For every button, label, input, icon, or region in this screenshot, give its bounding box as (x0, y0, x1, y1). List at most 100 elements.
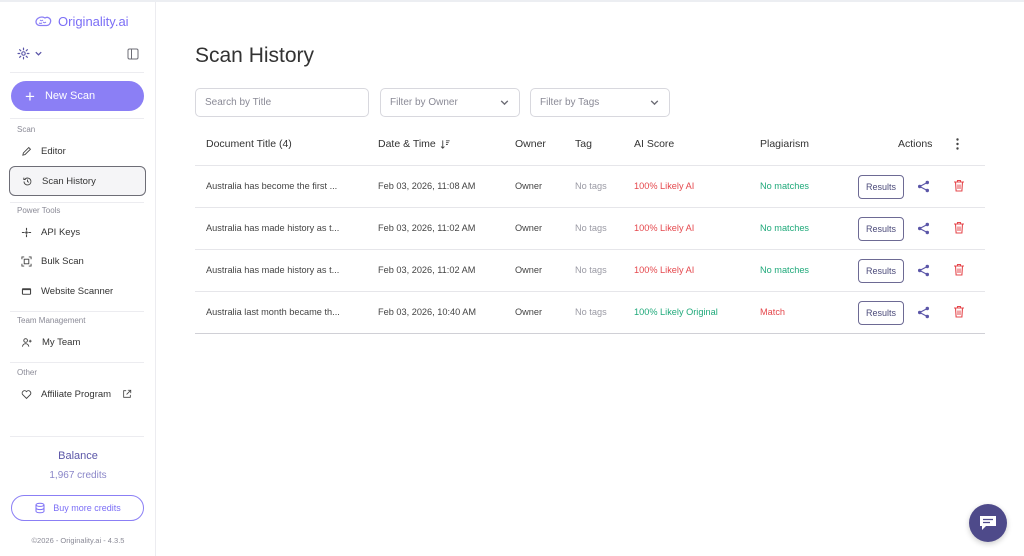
share-icon[interactable] (917, 306, 930, 319)
column-header-date-time[interactable]: Date & Time (378, 138, 451, 150)
website-icon (21, 287, 32, 295)
sidebar-item-my-team[interactable]: My Team (9, 327, 146, 357)
cell-owner: Owner (515, 223, 543, 233)
cell-title[interactable]: Australia has made history as t... (206, 223, 339, 233)
cell-plagiarism: Match (760, 307, 786, 317)
settings-menu[interactable] (17, 47, 43, 60)
tags-filter-select[interactable]: Filter by Tags (530, 88, 670, 117)
results-button[interactable]: Results (858, 175, 904, 199)
owner-filter-select[interactable]: Filter by Owner (380, 88, 520, 117)
trash-icon[interactable] (953, 305, 965, 318)
sidebar-item-affiliate-program[interactable]: Affiliate Program (9, 379, 146, 409)
sidebar-item-api-keys[interactable]: API Keys (9, 217, 146, 247)
collapse-sidebar-icon[interactable] (127, 48, 139, 60)
table-row[interactable]: Australia has become the first ... Feb 0… (195, 166, 985, 208)
balance-credits: 1,967 credits (49, 470, 107, 481)
cell-owner: Owner (515, 181, 543, 191)
search-title-field[interactable] (195, 88, 369, 117)
cell-ai-score: 100% Likely AI (634, 265, 695, 275)
new-scan-label: New Scan (44, 90, 96, 102)
more-vertical-icon[interactable] (955, 137, 960, 151)
sidebar-item-label: Bulk Scan (41, 255, 84, 267)
external-link-icon (123, 389, 132, 398)
sidebar-item-label: Website Scanner (41, 285, 114, 297)
heart-icon (21, 389, 32, 399)
cell-ai-score: 100% Likely AI (634, 223, 695, 233)
sidebar-item-editor[interactable]: Editor (9, 136, 146, 166)
pencil-icon (22, 146, 32, 156)
sidebar-item-scan-history[interactable]: Scan History (9, 166, 146, 196)
buy-more-credits-label: Buy more credits (53, 503, 121, 513)
sidebar-item-label: Scan History (42, 175, 96, 187)
cell-ai-score: 100% Likely AI (634, 181, 695, 191)
column-header-ai-score: AI Score (634, 138, 675, 150)
column-header-tag: Tag (575, 138, 592, 150)
sidebar-item-label: API Keys (41, 226, 81, 238)
cell-tag: No tags (575, 223, 607, 233)
cell-plagiarism: No matches (760, 223, 810, 233)
sidebar-item-website-scanner[interactable]: Website Scanner (9, 276, 146, 306)
section-label-team-management: Team Management (17, 316, 86, 325)
cell-title[interactable]: Australia has made history as t... (206, 265, 339, 275)
divider (10, 72, 144, 73)
database-icon (35, 502, 45, 514)
chat-button[interactable] (969, 504, 1007, 542)
results-button[interactable]: Results (858, 217, 904, 241)
sort-descending-icon[interactable] (440, 139, 451, 150)
brand-logo[interactable]: Originality.ai (34, 14, 129, 29)
bulk-scan-icon (21, 255, 32, 267)
divider (10, 118, 144, 119)
table-row[interactable]: Australia has made history as t... Feb 0… (195, 208, 985, 250)
divider (10, 311, 144, 312)
api-icon (21, 227, 32, 237)
sidebar-item-label: Affiliate Program (41, 388, 112, 400)
sidebar-item-bulk-scan[interactable]: Bulk Scan (9, 246, 146, 276)
add-user-icon (21, 337, 32, 347)
sidebar-toolbar (17, 47, 139, 60)
cell-date: Feb 03, 2026, 10:40 AM (378, 307, 477, 317)
trash-icon[interactable] (953, 221, 965, 234)
brand-name: Originality.ai (58, 14, 129, 29)
page-title: Scan History (195, 44, 315, 67)
chevron-down-icon (650, 100, 659, 106)
column-header-plagiarism: Plagiarism (760, 138, 810, 150)
cell-tag: No tags (575, 181, 607, 191)
section-label-other: Other (17, 368, 38, 377)
search-input[interactable] (205, 97, 359, 108)
app: Originality.ai + New Scan Scan Editor Sc… (0, 0, 1024, 556)
cell-plagiarism: No matches (760, 265, 810, 275)
cell-date: Feb 03, 2026, 11:02 AM (378, 223, 476, 233)
new-scan-button[interactable]: + New Scan (11, 81, 144, 111)
table-row[interactable]: Australia last month became th... Feb 03… (195, 292, 985, 334)
results-button[interactable]: Results (858, 301, 904, 325)
section-label-power-tools: Power Tools (17, 206, 61, 215)
trash-icon[interactable] (953, 179, 965, 192)
share-icon[interactable] (917, 180, 930, 193)
cell-tag: No tags (575, 265, 607, 275)
divider (10, 202, 144, 203)
chevron-down-icon (35, 51, 42, 56)
cell-tag: No tags (575, 307, 607, 317)
cell-title[interactable]: Australia last month became th... (206, 307, 340, 317)
cell-date: Feb 03, 2026, 11:02 AM (378, 265, 476, 275)
share-icon[interactable] (917, 264, 930, 277)
tags-filter-placeholder: Filter by Tags (540, 97, 600, 108)
trash-icon[interactable] (953, 263, 965, 276)
plus-icon: + (25, 86, 35, 106)
chat-bubble-icon (980, 516, 996, 530)
sidebar-item-label: Editor (41, 145, 66, 157)
table-row[interactable]: Australia has made history as t... Feb 0… (195, 250, 985, 292)
section-label-scan: Scan (17, 125, 36, 134)
divider (10, 436, 144, 437)
cell-plagiarism: No matches (760, 181, 810, 191)
buy-more-credits-button[interactable]: Buy more credits (11, 495, 144, 521)
results-button[interactable]: Results (858, 259, 904, 283)
balance-title: Balance (58, 450, 98, 462)
cell-title[interactable]: Australia has become the first ... (206, 181, 337, 191)
history-icon (23, 177, 32, 185)
gear-icon (17, 47, 30, 60)
cell-ai-score: 100% Likely Original (634, 307, 718, 317)
column-header-document-title[interactable]: Document Title (4) (206, 138, 292, 150)
share-icon[interactable] (917, 222, 930, 235)
brain-logo-icon (35, 15, 52, 26)
